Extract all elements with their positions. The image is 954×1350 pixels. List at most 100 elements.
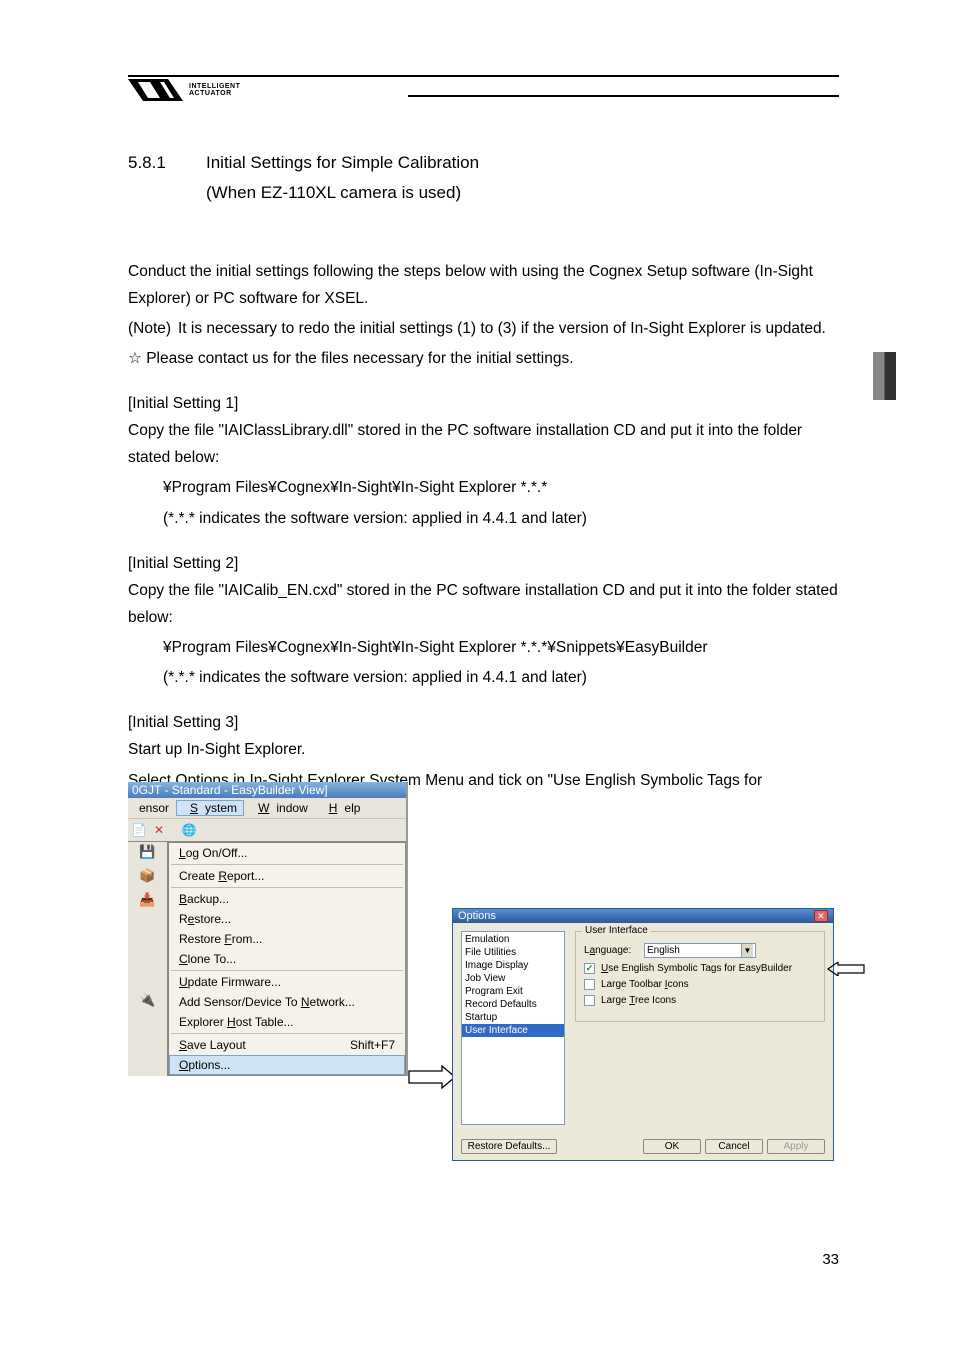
language-value: English [647, 945, 680, 956]
network-icon[interactable]: 🔌 [139, 992, 157, 1010]
menu-add-sensor[interactable]: Add Sensor/Device To Network... [169, 992, 405, 1012]
dialog-title: Options [458, 910, 496, 922]
backup-icon[interactable]: 📦 [139, 868, 157, 886]
setting-1-heading: [Initial Setting 1] [128, 390, 839, 417]
list-item[interactable]: Image Display [462, 959, 564, 972]
screenshot-options-dialog: Options ✕ Emulation File Utilities Image… [452, 908, 834, 1161]
sidebar-icons: 💾 📦 📥 🔌 [128, 842, 168, 1076]
menu-update-firmware[interactable]: Update Firmware... [169, 972, 405, 992]
checkbox-english-tags-label: Use English Symbolic Tags for EasyBuilde… [601, 963, 792, 974]
system-dropdown-menu: Log On/Off... Create Report... Backup...… [168, 842, 406, 1076]
dialog-body: Emulation File Utilities Image Display J… [453, 923, 833, 1133]
globe-icon[interactable]: 🌐 [180, 821, 198, 839]
menu-separator [171, 1033, 403, 1034]
star-note: ☆ Please contact us for the files necess… [128, 345, 839, 372]
setting-2-path: ¥Program Files¥Cognex¥In-Sight¥In-Sight … [128, 634, 839, 661]
menu-window[interactable]: Window [244, 800, 315, 816]
restore-icon[interactable]: 📥 [139, 892, 157, 910]
setting-2-text: Copy the file "IAICalib_EN.cxd" stored i… [128, 577, 839, 631]
menu-create-report[interactable]: Create Report... [169, 866, 405, 886]
brand-line2: ACTUATOR [189, 90, 240, 97]
note-paragraph: (Note) It is necessary to redo the initi… [128, 315, 839, 342]
language-label: Language: [584, 945, 638, 956]
page-number: 33 [822, 1251, 839, 1268]
user-interface-group: User Interface Language: English ▼ ✓ Use… [575, 931, 825, 1022]
category-list[interactable]: Emulation File Utilities Image Display J… [461, 931, 565, 1125]
callout-pointer-icon [826, 962, 866, 981]
menu-save-layout[interactable]: Save LayoutShift+F7 [169, 1035, 405, 1055]
checkbox-large-toolbar-row[interactable]: Large Toolbar Icons [584, 979, 816, 990]
apply-button[interactable]: Apply [767, 1139, 825, 1154]
dialog-titlebar: Options ✕ [453, 909, 833, 923]
close-icon[interactable]: ✕ [814, 910, 828, 922]
screenshot-system-menu: 0GJT - Standard - EasyBuilder View] enso… [128, 782, 408, 1076]
checkbox-large-toolbar-label: Large Toolbar Icons [601, 979, 689, 990]
setting-3-line1: Start up In-Sight Explorer. [128, 736, 839, 763]
brand-line1: INTELLIGENT [189, 83, 240, 90]
menu-sensor[interactable]: ensor [132, 800, 176, 816]
checkbox-english-tags-row[interactable]: ✓ Use English Symbolic Tags for EasyBuil… [584, 963, 816, 974]
brand-text: INTELLIGENT ACTUATOR [189, 83, 240, 97]
options-panel: User Interface Language: English ▼ ✓ Use… [575, 931, 825, 1125]
list-item[interactable]: Program Exit [462, 985, 564, 998]
menu-host-table[interactable]: Explorer Host Table... [169, 1012, 405, 1032]
checkbox-unchecked-icon[interactable] [584, 979, 595, 990]
menu-body: 💾 📦 📥 🔌 Log On/Off... Create Report... B… [128, 842, 406, 1076]
list-item[interactable]: Record Defaults [462, 998, 564, 1011]
menu-backup[interactable]: Backup... [169, 889, 405, 909]
menubar: ensor System Window Help [128, 798, 406, 819]
setting-1-note: (*.*.* indicates the software version: a… [128, 505, 839, 532]
list-item[interactable]: Emulation [462, 933, 564, 946]
accel-save-layout: Shift+F7 [350, 1038, 395, 1052]
toolbar: 📄 ✕ 🌐 [128, 819, 406, 842]
menu-help[interactable]: Help [315, 800, 368, 816]
group-legend: User Interface [582, 925, 651, 936]
setting-1-text: Copy the file "IAIClassLibrary.dll" stor… [128, 417, 839, 471]
callout-arrow-icon [407, 1065, 457, 1089]
checkbox-checked-icon[interactable]: ✓ [584, 963, 595, 974]
brand-logo-icon [128, 79, 183, 101]
body-content: 5.8.1 Initial Settings for Simple Calibr… [128, 148, 839, 824]
language-dropdown[interactable]: English ▼ [644, 943, 756, 958]
section-title-line1: Initial Settings for Simple Calibration [206, 148, 839, 178]
header-rule-bottom [408, 95, 839, 97]
toolbar-icon-1[interactable]: 📄 [130, 821, 148, 839]
restore-defaults-button[interactable]: Restore Defaults... [461, 1139, 557, 1154]
list-item[interactable]: File Utilities [462, 946, 564, 959]
header-rule-top [128, 75, 839, 77]
close-icon[interactable]: ✕ [150, 821, 168, 839]
setting-2-heading: [Initial Setting 2] [128, 550, 839, 577]
menu-log-on-off[interactable]: Log On/Off... [169, 843, 405, 863]
section-title-line2: (When EZ-110XL camera is used) [206, 178, 839, 208]
header-logo-row: INTELLIGENT ACTUATOR [128, 79, 839, 101]
list-item[interactable]: Job View [462, 972, 564, 985]
window-title: 0GJT - Standard - EasyBuilder View] [128, 782, 406, 798]
menu-system[interactable]: System [176, 800, 244, 816]
checkbox-unchecked-icon[interactable] [584, 995, 595, 1006]
list-item-selected[interactable]: User Interface [462, 1024, 564, 1037]
setting-2-note: (*.*.* indicates the software version: a… [128, 664, 839, 691]
menu-restore-from[interactable]: Restore From... [169, 929, 405, 949]
dialog-button-row: Restore Defaults... OK Cancel Apply [453, 1133, 833, 1160]
note-label: (Note) [128, 315, 178, 342]
save-icon[interactable]: 💾 [139, 844, 157, 862]
setting-1-path: ¥Program Files¥Cognex¥In-Sight¥In-Sight … [128, 474, 839, 501]
section-heading: 5.8.1 Initial Settings for Simple Calibr… [128, 148, 839, 208]
menu-separator [171, 864, 403, 865]
list-item[interactable]: Startup [462, 1011, 564, 1024]
section-number: 5.8.1 [128, 148, 206, 208]
page-header: INTELLIGENT ACTUATOR [128, 75, 839, 101]
ok-button[interactable]: OK [643, 1139, 701, 1154]
checkbox-large-tree-row[interactable]: Large Tree Icons [584, 995, 816, 1006]
checkbox-large-tree-label: Large Tree Icons [601, 995, 676, 1006]
intro-paragraph: Conduct the initial settings following t… [128, 258, 839, 312]
cancel-button[interactable]: Cancel [705, 1139, 763, 1154]
menu-restore[interactable]: Restore... [169, 909, 405, 929]
side-index-tab [873, 352, 896, 400]
menu-separator [171, 887, 403, 888]
menu-options[interactable]: Options... [169, 1055, 405, 1075]
menu-clone-to[interactable]: Clone To... [169, 949, 405, 969]
chevron-down-icon[interactable]: ▼ [741, 944, 753, 957]
menu-separator [171, 970, 403, 971]
note-text: It is necessary to redo the initial sett… [178, 315, 839, 342]
